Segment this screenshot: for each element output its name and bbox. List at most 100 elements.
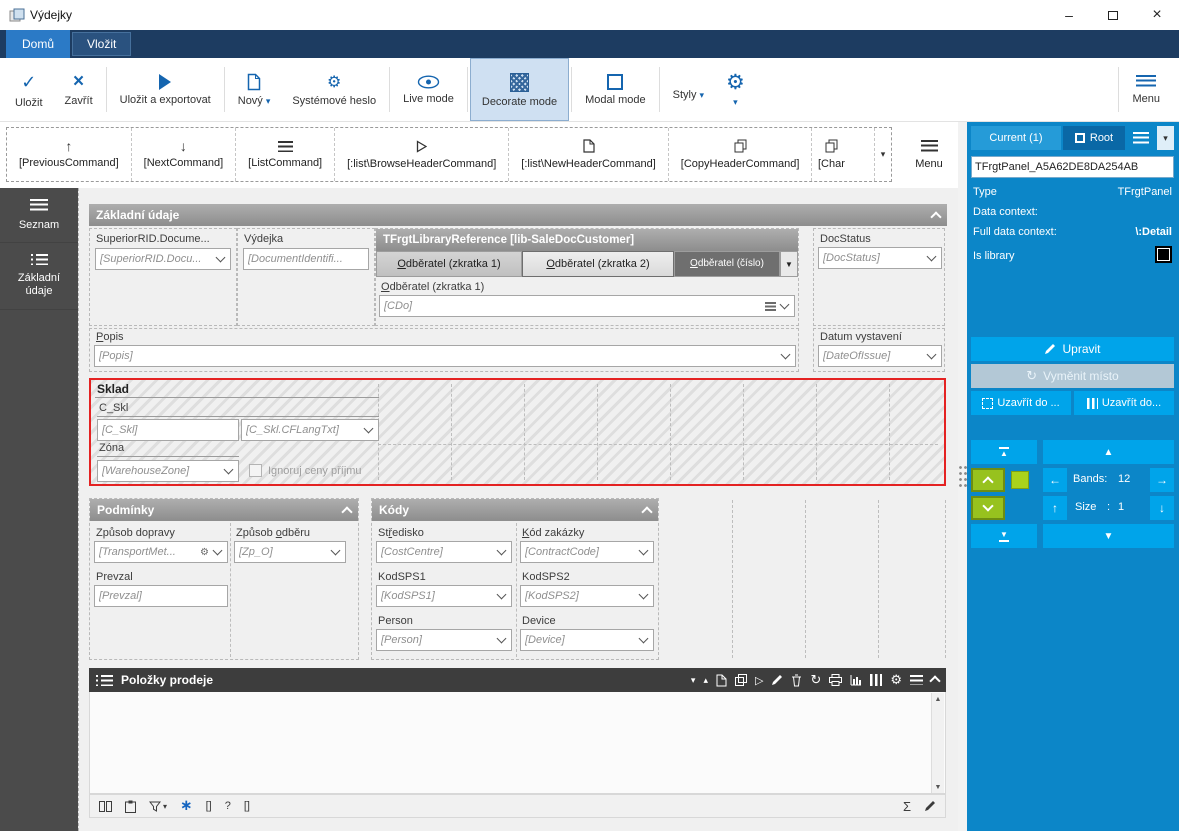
cskl-lang-combo[interactable]: [C_Skl.CFLangTxt]: [241, 419, 379, 441]
save-export-button[interactable]: Uložit a exportovat: [109, 58, 222, 121]
menu-icon[interactable]: [910, 675, 923, 685]
cskl-input[interactable]: [C_Skl]: [97, 419, 239, 441]
bands-increase-button[interactable]: →: [1150, 468, 1174, 492]
zone-combo[interactable]: [WarehouseZone]: [97, 460, 239, 482]
clipboard-icon[interactable]: [125, 800, 136, 813]
refresh-icon[interactable]: ↻: [810, 672, 821, 688]
minimize-button[interactable]: –: [1047, 0, 1091, 30]
change-command[interactable]: [Char: [812, 128, 850, 181]
sidebar-item-seznam[interactable]: Seznam: [0, 188, 78, 243]
tab-odberatel-cislo[interactable]: Odběratel (číslo): [674, 251, 780, 277]
dock-right-button[interactable]: Uzavřít do...: [1074, 391, 1174, 415]
move-to-bottom-button[interactable]: ▼: [971, 524, 1037, 548]
swap-button[interactable]: ↻ Vyměnit místo: [971, 364, 1174, 388]
new-header-command[interactable]: [:list\NewHeaderCommand]: [509, 128, 669, 181]
polozky-header[interactable]: Položky prodeje ▾ ▴ ▷ ↻ ⚙: [89, 668, 946, 692]
copy-item-icon[interactable]: [735, 674, 747, 687]
edit-icon[interactable]: [771, 674, 783, 686]
band-down-button[interactable]: [971, 496, 1005, 520]
docstatus-combo[interactable]: [DocStatus]: [818, 247, 942, 269]
component-id-field[interactable]: TFrgtPanel_A5A62DE8DA254AB: [971, 156, 1174, 178]
move-down-button[interactable]: ▼: [1043, 524, 1174, 548]
layout-icon[interactable]: [99, 801, 112, 812]
ignore-prices-checkbox[interactable]: [249, 464, 262, 477]
maximize-button[interactable]: [1091, 0, 1135, 30]
device-combo[interactable]: [Device]: [520, 629, 654, 651]
asterisk-icon[interactable]: ∗: [180, 800, 193, 812]
inspector-menu-icon[interactable]: [1133, 132, 1149, 144]
kodsps2-combo[interactable]: [KodSPS2]: [520, 585, 654, 607]
live-mode-button[interactable]: Live mode: [392, 58, 465, 121]
modal-mode-button[interactable]: Modal mode: [574, 58, 657, 121]
command-overflow-dropdown[interactable]: ▾: [874, 128, 891, 181]
sklad-section[interactable]: Sklad C_Skl [C_Skl] [C_Skl.CFLangTxt] Zó…: [89, 378, 946, 486]
vertical-scrollbar[interactable]: ▲ ▼: [931, 693, 944, 793]
tab-root[interactable]: Root: [1063, 126, 1125, 150]
sidebar-item-zakladni-udaje[interactable]: Základní údaje: [0, 243, 78, 309]
bands-decrease-button[interactable]: ←: [1043, 468, 1067, 492]
menu-button[interactable]: Menu: [1121, 58, 1171, 121]
pickup-combo[interactable]: [Zp_O]: [234, 541, 346, 563]
scroll-up-icon[interactable]: ▲: [932, 693, 944, 705]
group-header-podminky[interactable]: Podmínky: [90, 499, 358, 521]
list-command[interactable]: [ListCommand]: [236, 128, 335, 181]
size-increase-button[interactable]: ↑: [1043, 496, 1067, 520]
chart-icon[interactable]: [850, 674, 862, 686]
dock-left-button[interactable]: Uzavřít do ...: [971, 391, 1071, 415]
band-up-button[interactable]: [971, 468, 1005, 492]
decorate-mode-button[interactable]: Decorate mode: [470, 58, 569, 121]
brackets-icon[interactable]: []: [244, 800, 250, 812]
splitter[interactable]: [958, 122, 967, 831]
vydejka-input[interactable]: [DocumentIdentifi...: [243, 248, 369, 270]
new-button[interactable]: Nový▾: [227, 58, 282, 121]
collapse-icon[interactable]: [929, 675, 940, 686]
edit-button[interactable]: Upravit: [971, 337, 1174, 361]
contract-combo[interactable]: [ContractCode]: [520, 541, 654, 563]
settings-icon[interactable]: ⚙: [890, 672, 902, 688]
popis-combo[interactable]: [Popis]: [94, 345, 796, 367]
sum-icon[interactable]: Σ: [903, 799, 911, 814]
prevzal-input[interactable]: [Prevzal]: [94, 585, 228, 607]
group-header-kody[interactable]: Kódy: [372, 499, 658, 521]
size-decrease-button[interactable]: ↓: [1150, 496, 1174, 520]
kodsps1-combo[interactable]: [KodSPS1]: [376, 585, 512, 607]
scroll-down-icon[interactable]: ▼: [932, 781, 944, 793]
settings-dropdown-button[interactable]: ⚙ ▾: [715, 58, 756, 121]
superior-combo[interactable]: [SuperiorRID.Docu...: [95, 248, 231, 270]
columns-icon[interactable]: [870, 674, 882, 686]
close-button[interactable]: × Zavřít: [54, 58, 104, 121]
transport-combo[interactable]: [TransportMet... ⚙: [94, 541, 228, 563]
previous-command[interactable]: ↑ [PreviousCommand]: [7, 128, 132, 181]
tab-vlozit[interactable]: Vložit: [72, 32, 131, 56]
move-up-button[interactable]: ▲: [1043, 440, 1174, 464]
caret-up-icon[interactable]: ▴: [703, 675, 708, 686]
styles-button[interactable]: Styly▾: [662, 58, 715, 121]
polozky-grid-area[interactable]: ▲ ▼: [89, 692, 946, 794]
run-icon[interactable]: ▷: [755, 674, 763, 687]
help-icon[interactable]: ?: [225, 800, 231, 812]
edit-icon[interactable]: [924, 800, 936, 812]
tab-odberatel-zkratka2[interactable]: Odběratel (zkratka 2): [522, 251, 674, 277]
cdo-combo[interactable]: [CDo]: [379, 295, 795, 317]
tab-current[interactable]: Current (1): [971, 126, 1061, 150]
browse-header-command[interactable]: [:list\BrowseHeaderCommand]: [335, 128, 509, 181]
delete-icon[interactable]: [791, 674, 802, 687]
next-command[interactable]: ↓ [NextCommand]: [132, 128, 236, 181]
command-menu-button[interactable]: Menu: [902, 127, 956, 182]
save-button[interactable]: ✓ Uložit: [4, 58, 54, 121]
brackets-icon[interactable]: []: [206, 800, 212, 812]
is-library-checkbox[interactable]: [1155, 246, 1172, 263]
datum-combo[interactable]: [DateOfIssue]: [818, 345, 942, 367]
inspector-dropdown[interactable]: ▾: [1157, 126, 1174, 150]
new-item-icon[interactable]: [716, 674, 727, 687]
caret-down-icon[interactable]: ▾: [691, 675, 696, 686]
filter-button[interactable]: ▾: [149, 801, 167, 812]
move-to-top-button[interactable]: ▲: [971, 440, 1037, 464]
group-header-zakladni-udaje[interactable]: Základní údaje: [89, 204, 947, 226]
tab-overflow-dropdown[interactable]: ▼: [780, 251, 798, 277]
person-combo[interactable]: [Person]: [376, 629, 512, 651]
tab-domu[interactable]: Domů: [6, 30, 70, 58]
system-password-button[interactable]: ⚙ Systémové heslo: [281, 58, 387, 121]
print-icon[interactable]: [829, 674, 842, 686]
copy-header-command[interactable]: [CopyHeaderCommand]: [669, 128, 813, 181]
